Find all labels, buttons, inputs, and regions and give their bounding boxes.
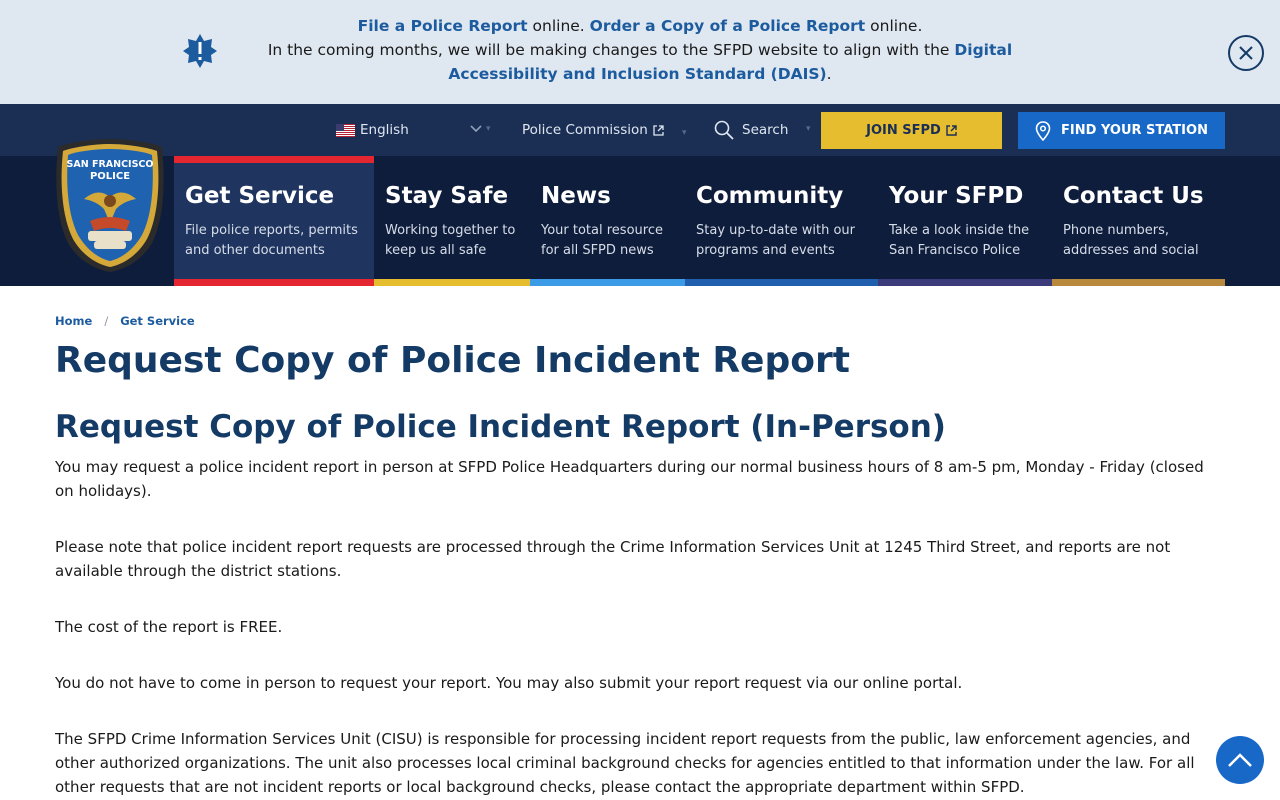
alert-text-online-1: online. bbox=[527, 17, 590, 35]
language-select[interactable]: English ▾ bbox=[336, 104, 492, 156]
nav-description: Working together to keep us all safe bbox=[385, 223, 516, 258]
paragraph-online-portal: You do not have to come in person to req… bbox=[55, 674, 963, 692]
alert-line2-suffix: . bbox=[826, 65, 832, 83]
nav-item-your-sfpd[interactable]: Your SFPD Take a look inside the San Fra… bbox=[878, 156, 1052, 286]
nav-item-get-service[interactable]: Get Service File police reports, permits… bbox=[174, 156, 374, 286]
nav-item-community[interactable]: Community Stay up-to-date with our progr… bbox=[685, 156, 878, 286]
caret-down-icon: ▾ bbox=[806, 124, 811, 134]
nav-color-bar bbox=[878, 279, 1052, 286]
map-pin-icon bbox=[1035, 120, 1051, 141]
paragraph-processing-note: Please note that police incident report … bbox=[55, 538, 1171, 580]
language-label: English bbox=[360, 122, 409, 138]
search-label: Search bbox=[742, 122, 789, 138]
chevron-up-icon bbox=[1228, 753, 1252, 767]
nav-item-stay-safe[interactable]: Stay Safe Working together to keep us al… bbox=[374, 156, 530, 286]
chevron-down-icon bbox=[470, 125, 482, 133]
nav-title: Stay Safe bbox=[385, 183, 509, 209]
join-sfpd-button[interactable]: JOIN SFPD bbox=[821, 112, 1002, 149]
sfpd-badge-logo[interactable]: SAN FRANCISCO POLICE bbox=[54, 137, 166, 274]
nav-active-indicator bbox=[174, 156, 374, 163]
caret-down-icon: ▾ bbox=[486, 124, 491, 134]
page-title: Request Copy of Police Incident Report bbox=[55, 340, 850, 381]
join-sfpd-label: JOIN SFPD bbox=[866, 123, 941, 138]
nav-description: Phone numbers, addresses and social bbox=[1063, 223, 1199, 258]
nav-item-news[interactable]: News Your total resource for all SFPD ne… bbox=[530, 156, 685, 286]
file-report-link[interactable]: File a Police Report bbox=[358, 17, 528, 35]
nav-title: Community bbox=[696, 183, 844, 209]
exclamation-badge-icon bbox=[183, 34, 217, 68]
nav-description: Take a look inside the San Francisco Pol… bbox=[889, 223, 1030, 258]
paragraph-cisu: The SFPD Crime Information Services Unit… bbox=[55, 730, 1195, 796]
search-button[interactable]: Search ▾ bbox=[714, 104, 811, 156]
nav-color-bar bbox=[174, 279, 374, 286]
close-alert-button[interactable] bbox=[1228, 35, 1264, 71]
nav-description: Stay up-to-date with our programs and ev… bbox=[696, 223, 856, 258]
nav-title: Contact Us bbox=[1063, 183, 1204, 209]
external-link-icon bbox=[653, 124, 664, 136]
logo-top-text: SAN FRANCISCO bbox=[67, 159, 154, 170]
nav-description: Your total resource for all SFPD news bbox=[541, 223, 663, 258]
search-icon bbox=[714, 120, 734, 140]
breadcrumb-separator: / bbox=[104, 314, 109, 328]
nav-item-contact-us[interactable]: Contact Us Phone numbers, addresses and … bbox=[1052, 156, 1225, 286]
police-commission-link[interactable]: Police Commission ▾ bbox=[522, 104, 687, 156]
nav-color-bar bbox=[685, 279, 878, 286]
nav-description: File police reports, permits and other d… bbox=[185, 223, 358, 258]
section-title: Request Copy of Police Incident Report (… bbox=[55, 409, 946, 445]
caret-down-icon: ▾ bbox=[682, 128, 687, 138]
find-station-label: FIND YOUR STATION bbox=[1061, 123, 1208, 138]
paragraph-business-hours: You may request a police incident report… bbox=[55, 458, 1204, 500]
police-commission-label: Police Commission bbox=[522, 122, 648, 138]
nav-title: Your SFPD bbox=[889, 183, 1024, 209]
alert-line2-prefix: In the coming months, we will be making … bbox=[267, 41, 955, 59]
us-flag-icon bbox=[336, 123, 355, 137]
breadcrumb-current-link[interactable]: Get Service bbox=[120, 314, 195, 328]
close-icon bbox=[1239, 46, 1253, 60]
nav-color-bar bbox=[530, 279, 685, 286]
back-to-top-button[interactable] bbox=[1216, 736, 1264, 784]
alert-banner: File a Police Report online. Order a Cop… bbox=[0, 0, 1280, 104]
find-station-button[interactable]: FIND YOUR STATION bbox=[1018, 112, 1225, 149]
external-link-icon bbox=[946, 125, 957, 136]
alert-message: File a Police Report online. Order a Cop… bbox=[232, 14, 1048, 86]
order-report-link[interactable]: Order a Copy of a Police Report bbox=[590, 17, 866, 35]
alert-text-online-2: online. bbox=[865, 17, 923, 35]
nav-color-bar bbox=[374, 279, 530, 286]
breadcrumb-home-link[interactable]: Home bbox=[55, 314, 92, 328]
paragraph-cost: The cost of the report is FREE. bbox=[55, 618, 283, 636]
logo-mid-text: POLICE bbox=[90, 171, 130, 182]
breadcrumb: Home / Get Service bbox=[55, 314, 195, 328]
nav-title: Get Service bbox=[185, 183, 335, 209]
nav-title: News bbox=[541, 183, 611, 209]
nav-color-bar bbox=[1052, 279, 1225, 286]
